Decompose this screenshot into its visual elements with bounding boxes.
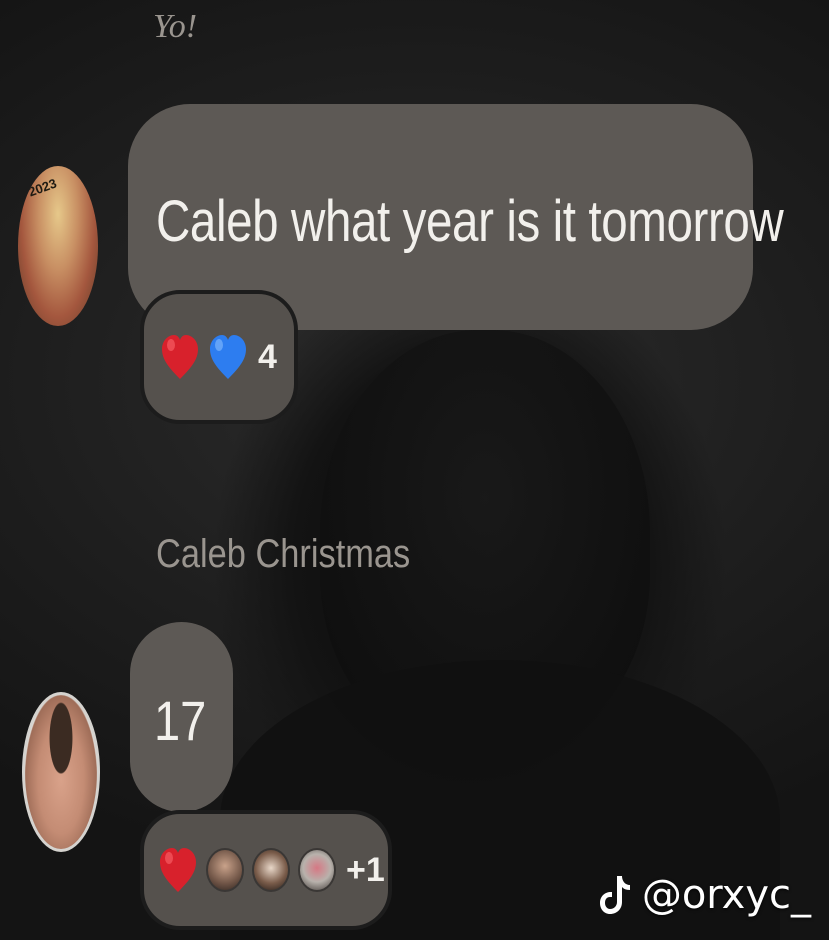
red-heart-icon <box>158 844 198 896</box>
message-text: Caleb what year is it tomorrow <box>156 189 784 254</box>
tiktok-watermark: @orxyc_ <box>598 872 811 918</box>
reactor-avatar <box>298 848 336 892</box>
watermark-handle: @orxyc_ <box>641 872 811 918</box>
message-bubble[interactable]: 17 <box>130 622 233 812</box>
reaction-count: 4 <box>258 337 277 376</box>
message-sender-name: Yo! <box>153 8 198 45</box>
red-heart-icon <box>160 331 200 383</box>
sender-avatar[interactable] <box>22 692 100 852</box>
reaction-summary[interactable]: 4 <box>140 290 298 424</box>
reactor-avatar <box>252 848 290 892</box>
reaction-count: +1 <box>346 850 385 889</box>
reaction-summary[interactable]: +1 <box>140 810 392 930</box>
reactor-avatar <box>206 848 244 892</box>
message-text: 17 <box>154 689 207 752</box>
tiktok-icon <box>599 876 630 914</box>
blue-heart-icon <box>208 331 248 383</box>
avatar-badge-text: 2023 <box>26 175 59 200</box>
sender-avatar[interactable]: 2023 <box>18 166 98 326</box>
message-sender-name: Caleb Christmas <box>156 532 411 576</box>
chat-screenshot: Yo! 2023 Caleb what year is it tomorrow … <box>0 0 829 940</box>
